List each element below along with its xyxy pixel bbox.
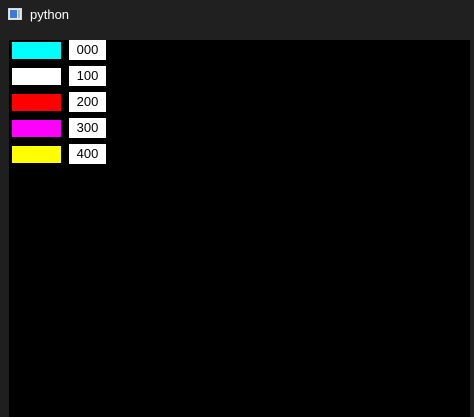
value-field[interactable]: 400: [69, 144, 106, 164]
color-swatch: [12, 68, 61, 85]
value-field[interactable]: 100: [69, 66, 106, 86]
color-swatch: [12, 94, 61, 111]
window-title: python: [30, 7, 70, 22]
window-frame-right: [470, 40, 474, 417]
window-frame-left: [0, 40, 9, 417]
value-field[interactable]: 300: [69, 118, 106, 138]
value-field[interactable]: 000: [69, 40, 106, 60]
value-field[interactable]: 200: [69, 92, 106, 112]
title-bar[interactable]: python: [0, 0, 474, 40]
color-swatch: [12, 146, 61, 163]
color-swatch: [12, 42, 61, 59]
app-window-icon: [8, 8, 22, 20]
content-area: 000 100 200 300 400: [9, 40, 470, 417]
app-window: python 000 100 200 300 400: [0, 0, 474, 417]
color-swatch: [12, 120, 61, 137]
